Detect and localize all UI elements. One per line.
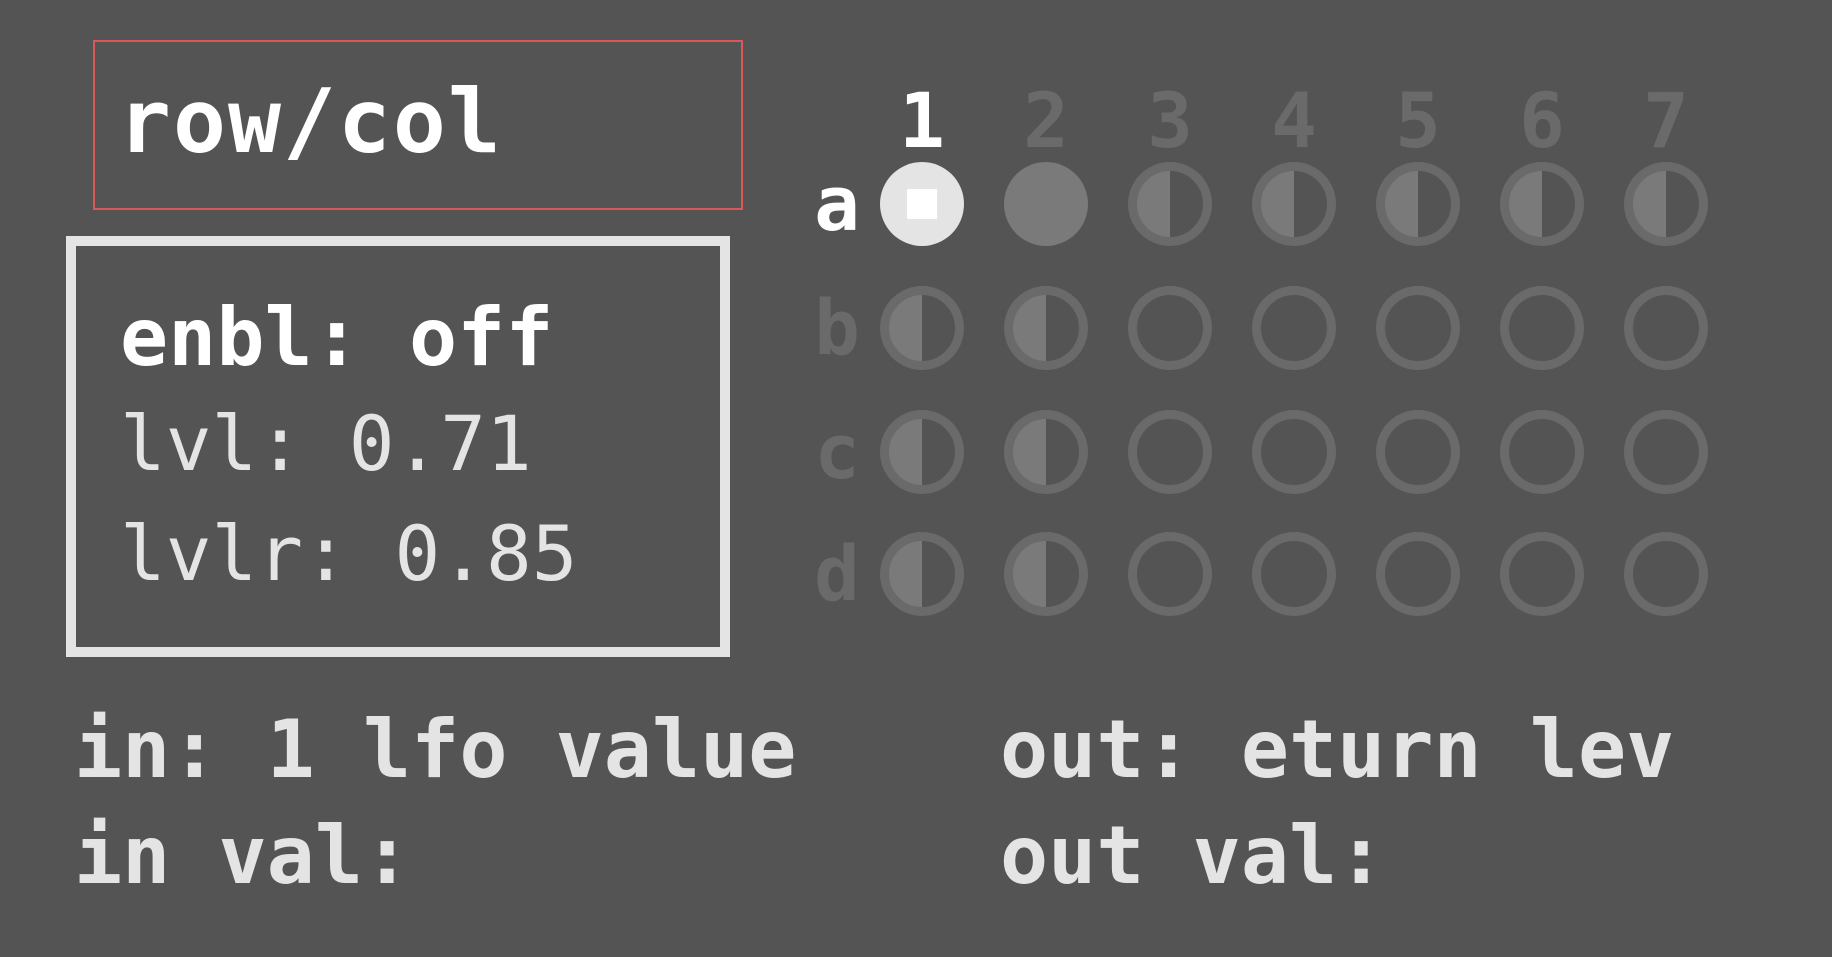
matrix-cell-b-1[interactable] bbox=[880, 286, 964, 370]
matrix-cell-b-3[interactable] bbox=[1128, 286, 1212, 370]
input-value-label: in val: bbox=[74, 809, 412, 902]
column-header-6[interactable]: 6 bbox=[1502, 76, 1582, 166]
matrix-cell-b-5[interactable] bbox=[1376, 286, 1460, 370]
row-header-a[interactable]: a bbox=[802, 159, 872, 249]
matrix-cell-b-2[interactable] bbox=[1004, 286, 1088, 370]
matrix-cell-a-3[interactable] bbox=[1128, 162, 1212, 246]
matrix-cell-a-5[interactable] bbox=[1376, 162, 1460, 246]
matrix-cell-d-2[interactable] bbox=[1004, 532, 1088, 616]
selected-indicator bbox=[907, 189, 937, 219]
matrix-cell-a-6[interactable] bbox=[1500, 162, 1584, 246]
matrix-cell-b-6[interactable] bbox=[1500, 286, 1584, 370]
row-header-b[interactable]: b bbox=[802, 283, 872, 373]
matrix-cell-d-3[interactable] bbox=[1128, 532, 1212, 616]
input-label: in: 1 lfo value bbox=[74, 703, 797, 796]
level-value[interactable]: lvl: 0.71 bbox=[120, 396, 532, 492]
matrix-cell-a-2[interactable] bbox=[1004, 162, 1088, 246]
matrix-cell-c-3[interactable] bbox=[1128, 410, 1212, 494]
matrix-cell-c-5[interactable] bbox=[1376, 410, 1460, 494]
column-header-4[interactable]: 4 bbox=[1254, 76, 1334, 166]
row-header-c[interactable]: c bbox=[802, 407, 872, 497]
matrix-cell-d-1[interactable] bbox=[880, 532, 964, 616]
matrix-cell-c-1[interactable] bbox=[880, 410, 964, 494]
selection-mode-label: row/col bbox=[118, 70, 503, 173]
matrix-cell-a-4[interactable] bbox=[1252, 162, 1336, 246]
matrix-cell-c-7[interactable] bbox=[1624, 410, 1708, 494]
column-header-3[interactable]: 3 bbox=[1130, 76, 1210, 166]
matrix-cell-a-7[interactable] bbox=[1624, 162, 1708, 246]
matrix-cell-c-2[interactable] bbox=[1004, 410, 1088, 494]
column-header-1[interactable]: 1 bbox=[882, 76, 962, 166]
matrix-cell-b-4[interactable] bbox=[1252, 286, 1336, 370]
matrix-cell-c-4[interactable] bbox=[1252, 410, 1336, 494]
output-label: out: eturn lev bbox=[1000, 703, 1675, 796]
row-header-d[interactable]: d bbox=[802, 529, 872, 619]
output-value-label: out val: bbox=[1000, 809, 1386, 902]
matrix-cell-a-1[interactable] bbox=[880, 162, 964, 246]
matrix-cell-c-6[interactable] bbox=[1500, 410, 1584, 494]
matrix-cell-b-7[interactable] bbox=[1624, 286, 1708, 370]
matrix-cell-d-7[interactable] bbox=[1624, 532, 1708, 616]
matrix-cell-d-4[interactable] bbox=[1252, 532, 1336, 616]
column-header-2[interactable]: 2 bbox=[1006, 76, 1086, 166]
level-return-value[interactable]: lvlr: 0.85 bbox=[120, 506, 578, 602]
matrix-cell-d-6[interactable] bbox=[1500, 532, 1584, 616]
column-header-7[interactable]: 7 bbox=[1626, 76, 1706, 166]
enable-status[interactable]: enbl: off bbox=[120, 288, 553, 388]
matrix-cell-d-5[interactable] bbox=[1376, 532, 1460, 616]
column-header-5[interactable]: 5 bbox=[1378, 76, 1458, 166]
